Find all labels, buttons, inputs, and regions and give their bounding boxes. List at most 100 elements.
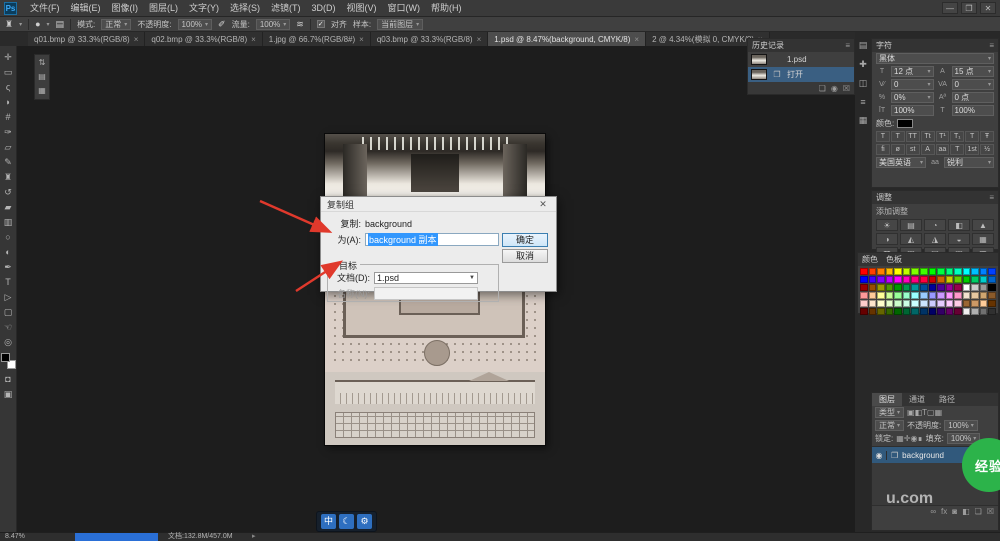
ok-button[interactable]: 确定 bbox=[502, 233, 548, 247]
color-swatch[interactable] bbox=[894, 276, 902, 283]
delete-state-icon[interactable]: ☒ bbox=[843, 84, 850, 93]
color-swatch[interactable] bbox=[886, 268, 894, 275]
adjustments-panel-title[interactable]: 调整 bbox=[876, 192, 892, 203]
moon-icon[interactable]: ☾ bbox=[339, 514, 354, 529]
opentype-button[interactable]: ø bbox=[891, 144, 905, 155]
color-swatch[interactable] bbox=[869, 308, 877, 315]
color-swatch[interactable] bbox=[954, 300, 962, 307]
format-button[interactable]: T bbox=[965, 131, 979, 142]
anti-alias-select[interactable]: 锐利▾ bbox=[944, 157, 994, 168]
document-tab[interactable]: q03.bmp @ 33.3%(RGB/8) × bbox=[371, 32, 488, 46]
color-swatch[interactable] bbox=[877, 308, 885, 315]
color-swatch[interactable] bbox=[988, 308, 996, 315]
path-selection-tool[interactable]: ▷ bbox=[0, 290, 17, 305]
color-swatch[interactable] bbox=[877, 292, 885, 299]
color-swatch[interactable] bbox=[971, 300, 979, 307]
color-swatch[interactable] bbox=[954, 308, 962, 315]
mode-select[interactable]: 正常▾ bbox=[101, 19, 131, 30]
brightness-contrast-adjustment-icon[interactable]: ☀ bbox=[876, 219, 898, 231]
color-swatch[interactable] bbox=[929, 300, 937, 307]
new-layer-icon[interactable]: ❏ bbox=[975, 507, 982, 516]
color-swatch[interactable] bbox=[988, 300, 996, 307]
tracking-select[interactable]: 0▾ bbox=[952, 79, 995, 90]
status-menu-icon[interactable]: ▸ bbox=[252, 533, 256, 541]
delete-layer-icon[interactable]: ☒ bbox=[987, 507, 994, 516]
color-swatch[interactable] bbox=[929, 308, 937, 315]
color-swatch[interactable] bbox=[980, 292, 988, 299]
format-button[interactable]: T₁ bbox=[950, 131, 964, 142]
color-swatch[interactable] bbox=[937, 300, 945, 307]
color-swatch[interactable] bbox=[937, 268, 945, 275]
layer-filter-icon[interactable]: ◧ bbox=[915, 408, 923, 417]
levels-adjustment-icon[interactable]: ▤ bbox=[900, 219, 922, 231]
collapsed-panel-icon-2[interactable]: ✚ bbox=[859, 59, 867, 70]
color-swatch[interactable] bbox=[929, 292, 937, 299]
color-swatch[interactable] bbox=[980, 268, 988, 275]
lasso-tool[interactable]: ς bbox=[0, 80, 17, 95]
color-swatch[interactable] bbox=[946, 268, 954, 275]
pen-tool[interactable]: ✒ bbox=[0, 260, 17, 275]
aligned-checkbox[interactable]: ✓ bbox=[317, 20, 325, 28]
color-swatch[interactable] bbox=[963, 292, 971, 299]
color-swatch[interactable] bbox=[869, 276, 877, 283]
healing-brush-tool[interactable]: ▱ bbox=[0, 140, 17, 155]
color-swatch[interactable] bbox=[886, 300, 894, 307]
rectangle-tool[interactable]: ▢ bbox=[0, 305, 17, 320]
tab-close-icon[interactable]: × bbox=[359, 35, 364, 44]
zoom-tool[interactable]: ◎ bbox=[0, 335, 17, 350]
format-button[interactable]: TT bbox=[906, 131, 920, 142]
layer-visibility-icon[interactable]: ◉ bbox=[872, 451, 887, 460]
format-button[interactable]: T¹ bbox=[936, 131, 950, 142]
menu-item[interactable]: 视图(V) bbox=[342, 0, 382, 16]
eraser-tool[interactable]: ▰ bbox=[0, 200, 17, 215]
opentype-button[interactable]: 1st bbox=[965, 144, 979, 155]
color-swatch[interactable] bbox=[911, 268, 919, 275]
pressure-opacity-icon[interactable]: ✐ bbox=[218, 19, 226, 30]
sample-select[interactable]: 当前图层▾ bbox=[377, 19, 423, 30]
document-tab[interactable]: 1.psd @ 8.47%(background, CMYK/8) × bbox=[488, 32, 646, 46]
collapsed-panel-icon-1[interactable]: ▤ bbox=[859, 40, 868, 51]
link-layers-icon[interactable]: ∞ bbox=[930, 507, 936, 516]
color-swatch[interactable] bbox=[869, 300, 877, 307]
color-swatch[interactable] bbox=[911, 276, 919, 283]
lock-icon[interactable]: ∎ bbox=[917, 434, 922, 443]
color-swatch[interactable] bbox=[911, 300, 919, 307]
color-swatch[interactable] bbox=[920, 268, 928, 275]
screen-mode-button[interactable]: ▣ bbox=[0, 387, 17, 402]
color-swatch[interactable] bbox=[886, 308, 894, 315]
color-swatch[interactable] bbox=[937, 276, 945, 283]
color-swatch[interactable] bbox=[886, 276, 894, 283]
color-swatch[interactable] bbox=[894, 292, 902, 299]
document-tab[interactable]: q02.bmp @ 33.3%(RGB/8) × bbox=[145, 32, 262, 46]
blend-mode-select[interactable]: 正常▾ bbox=[875, 420, 904, 431]
format-button[interactable]: T bbox=[876, 131, 890, 142]
gradient-tool[interactable]: ▥ bbox=[0, 215, 17, 230]
font-size-select[interactable]: 12 点▾ bbox=[891, 66, 934, 77]
color-swatch[interactable] bbox=[937, 284, 945, 291]
opentype-button[interactable]: aa bbox=[936, 144, 950, 155]
restore-button[interactable]: ❐ bbox=[961, 2, 977, 14]
mini-dock-icon-1[interactable]: ⇅ bbox=[39, 58, 46, 68]
layers-panel-tab[interactable]: 通道 bbox=[902, 393, 932, 406]
clone-stamp-tool[interactable]: ♜ bbox=[0, 170, 17, 185]
format-button[interactable]: T bbox=[891, 131, 905, 142]
layer-filter-select[interactable]: 类型▾ bbox=[875, 407, 904, 418]
opentype-button[interactable]: ½ bbox=[980, 144, 994, 155]
quick-selection-tool[interactable]: ◗ bbox=[0, 95, 17, 110]
vibrance-adjustment-icon[interactable]: ▲ bbox=[972, 219, 994, 231]
document-select[interactable]: 1.psd▼ bbox=[374, 272, 478, 284]
menu-item[interactable]: 选择(S) bbox=[225, 0, 265, 16]
color-swatch[interactable] bbox=[929, 268, 937, 275]
history-state-row[interactable]: ❐ 打开 bbox=[748, 67, 854, 82]
layers-panel-tab[interactable]: 图层 bbox=[872, 393, 902, 406]
color-swatch[interactable] bbox=[946, 300, 954, 307]
kerning-select[interactable]: 0▾ bbox=[891, 79, 934, 90]
color-swatch[interactable] bbox=[903, 308, 911, 315]
type-tool[interactable]: T bbox=[0, 275, 17, 290]
menu-item[interactable]: 3D(D) bbox=[307, 0, 341, 16]
layer-filter-icon[interactable]: ▢ bbox=[927, 408, 935, 417]
black-white-adjustment-icon[interactable]: ◮ bbox=[924, 233, 946, 245]
hand-tool[interactable]: ☜ bbox=[0, 320, 17, 335]
color-swatch[interactable] bbox=[946, 284, 954, 291]
adjustment-layer-icon[interactable]: ◧ bbox=[962, 507, 970, 516]
